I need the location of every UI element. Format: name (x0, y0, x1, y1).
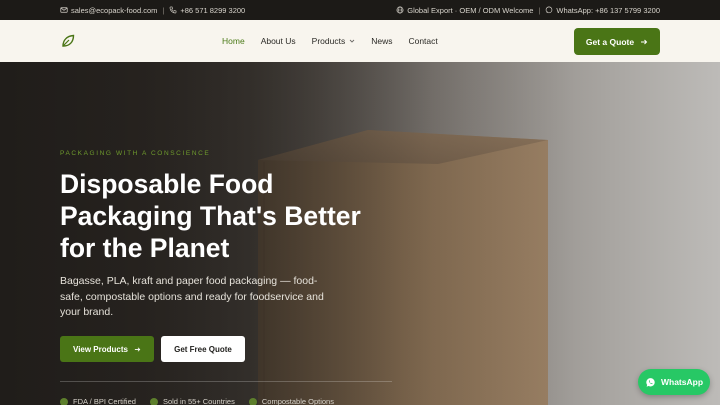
mail-icon (60, 6, 68, 14)
badge-compostable-label: Compostable Options (261, 397, 334, 405)
badge-icon (60, 397, 68, 405)
get-a-quote-button[interactable]: Get a Quote (574, 28, 660, 55)
badge-icon (248, 397, 257, 405)
view-products-button[interactable]: View Products (60, 336, 154, 362)
trust-badges: FDA / BPI Certified Sold in 55+ Countrie… (60, 397, 334, 405)
hero-headline: Disposable Food Packaging That's Better … (60, 168, 380, 264)
site-header: Home About Us Products News Contact Get … (0, 20, 720, 62)
hero-headline-line-3: for the Planet (60, 233, 230, 263)
topbar-whatsapp[interactable]: WhatsApp: +86 137 5799 3200 (545, 6, 660, 15)
arrow-right-icon (640, 38, 648, 46)
whatsapp-icon (645, 377, 656, 388)
globe-icon (396, 6, 404, 14)
badge-icon (149, 397, 158, 405)
whatsapp-float-button[interactable]: WhatsApp (638, 369, 710, 395)
nav-about[interactable]: About Us (261, 36, 296, 46)
top-contact-bar: sales@ecopack-food.com | +86 571 8299 32… (0, 0, 720, 20)
nav-products[interactable]: Products (312, 36, 356, 46)
topbar-export-text: Global Export · OEM / ODM Welcome (407, 5, 534, 15)
view-products-label: View Products (73, 344, 128, 354)
badge-compostable: Compostable Options (248, 397, 334, 405)
topbar-phone[interactable]: +86 571 8299 3200 (169, 6, 245, 15)
hero-headline-line-1: Disposable Food (60, 169, 274, 199)
badge-countries-label: Sold in 55+ Countries (162, 397, 235, 405)
topbar-separator: | (162, 5, 165, 15)
whatsapp-float-label: WhatsApp (660, 377, 704, 387)
get-free-quote-button[interactable]: Get Free Quote (161, 336, 245, 362)
arrow-right-icon (134, 346, 141, 353)
nav-contact[interactable]: Contact (408, 36, 437, 46)
topbar-email-text: sales@ecopack-food.com (71, 5, 158, 15)
topbar-email[interactable]: sales@ecopack-food.com (60, 6, 157, 15)
topbar-right: Global Export · OEM / ODM Welcome | What… (396, 6, 660, 15)
topbar-whatsapp-text: WhatsApp: +86 137 5799 3200 (556, 5, 660, 15)
chevron-down-icon (349, 38, 355, 44)
get-a-quote-label: Get a Quote (585, 36, 635, 47)
nav-news[interactable]: News (371, 36, 392, 46)
nav-home[interactable]: Home (222, 36, 245, 46)
hero-lead: Bagasse, PLA, kraft and paper food packa… (60, 275, 324, 318)
leaf-icon[interactable] (60, 33, 76, 49)
badge-certified-label: FDA / BPI Certified (73, 397, 136, 405)
nav-products-label: Products (311, 36, 346, 46)
topbar-export-note: Global Export · OEM / ODM Welcome (396, 6, 533, 15)
hero-headline-line-2: Packaging That's Better (60, 201, 361, 231)
topbar-phone-text: +86 571 8299 3200 (180, 5, 246, 15)
phone-icon (169, 6, 177, 14)
whatsapp-icon (545, 6, 553, 14)
topbar-separator-2: | (538, 5, 541, 15)
badge-certified: FDA / BPI Certified (60, 397, 136, 405)
badge-countries: Sold in 55+ Countries (149, 397, 235, 405)
hero-divider (60, 381, 392, 382)
main-nav: Home About Us Products News Contact (222, 20, 454, 62)
hero-eyebrow: Packaging with a conscience (60, 150, 211, 157)
topbar-left: sales@ecopack-food.com | +86 571 8299 32… (60, 6, 245, 15)
